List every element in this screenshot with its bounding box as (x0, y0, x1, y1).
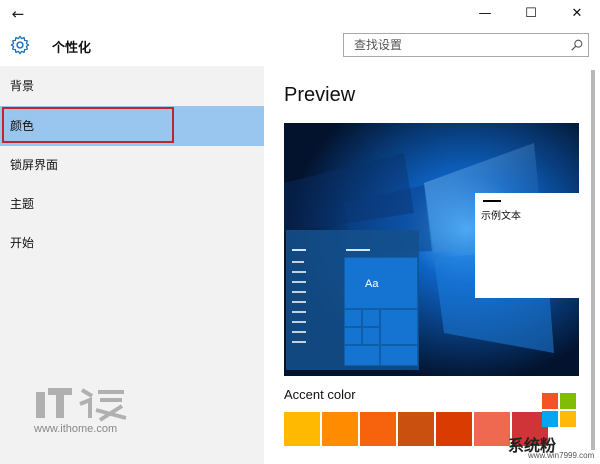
tile-small (344, 345, 380, 366)
selection-highlight-box (2, 107, 174, 143)
tile-grid: Aa (344, 257, 418, 366)
back-button[interactable]: ← (6, 3, 30, 25)
sidebar-item-start[interactable]: 开始 (0, 223, 264, 263)
accent-color-swatch[interactable] (398, 412, 434, 446)
accent-color-swatch[interactable] (474, 412, 510, 446)
tile-small (344, 327, 362, 345)
sidebar-item-background[interactable]: 背景 (0, 66, 264, 106)
sidebar-item-themes[interactable]: 主题 (0, 184, 264, 224)
settings-header: 个性化 (0, 28, 600, 66)
tile-label: Aa (365, 278, 379, 290)
brand-watermark-url: www.win7999.com (528, 451, 595, 460)
scrollbar-thumb[interactable] (591, 70, 595, 450)
accent-color-swatch[interactable] (322, 412, 358, 446)
gear-icon (10, 35, 30, 55)
tile-large: Aa (344, 257, 418, 309)
accent-color-swatch[interactable] (284, 412, 320, 446)
tile-medium (380, 309, 418, 345)
arrow-left-icon: ← (11, 5, 25, 23)
search-input[interactable] (344, 34, 564, 56)
sample-title-line (483, 200, 501, 202)
tile-small (344, 309, 362, 327)
tile-small (362, 327, 380, 345)
tile-small (362, 309, 380, 327)
search-icon[interactable] (570, 38, 584, 52)
preview-heading: Preview (284, 84, 356, 106)
search-box[interactable] (343, 33, 589, 57)
ithome-watermark-url: www.ithome.com (34, 423, 118, 435)
minimize-button[interactable]: — (462, 0, 508, 28)
title-bar: ← — ☐ ✕ (0, 0, 600, 28)
accent-color-swatch[interactable] (360, 412, 396, 446)
scrollbar[interactable] (586, 66, 600, 464)
ithome-logo (36, 388, 127, 422)
maximize-button[interactable]: ☐ (508, 0, 554, 28)
page-title: 个性化 (52, 41, 92, 56)
tile-small (380, 345, 418, 366)
sidebar-item-lock-screen[interactable]: 锁屏界面 (0, 145, 264, 185)
sample-window: 示例文本 (475, 193, 579, 298)
accent-color-heading: Accent color (284, 387, 356, 402)
windows-logo (542, 393, 576, 427)
preview-image: Aa 示例文本 (284, 123, 579, 376)
accent-color-swatch[interactable] (436, 412, 472, 446)
close-button[interactable]: ✕ (554, 0, 600, 28)
sample-text: 示例文本 (481, 211, 521, 222)
